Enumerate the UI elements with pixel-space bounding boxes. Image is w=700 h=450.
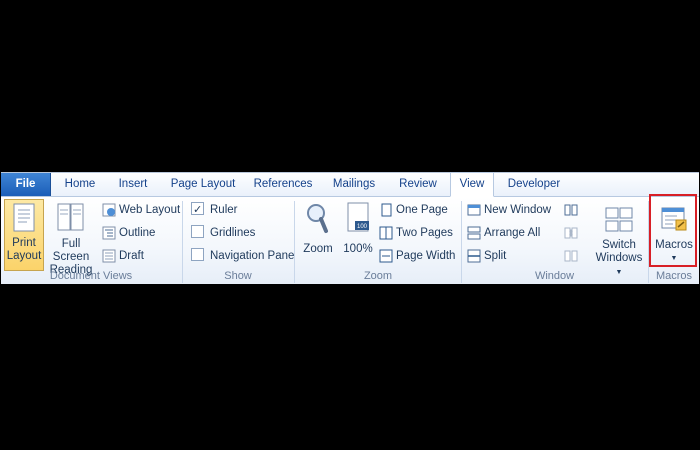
navigation-pane-check-icon[interactable] — [191, 248, 204, 262]
group-zoom: Zoom 100 100% One Page Two Pages Page Wi… — [295, 197, 461, 284]
tab-view[interactable]: View — [450, 172, 494, 197]
split-label: Split — [484, 250, 507, 262]
zoom-100-label: 100% — [343, 243, 373, 255]
tab-home[interactable]: Home — [56, 173, 104, 196]
arrange-all-label: Arrange All — [484, 227, 541, 239]
web-layout-label: Web Layout — [119, 204, 181, 216]
svg-text:100: 100 — [357, 224, 368, 230]
ribbon-panel: Print Layout Full Screen Reading Web Lay… — [1, 197, 699, 284]
new-window-label: New Window — [484, 204, 552, 216]
print-layout-icon — [13, 203, 35, 232]
navigation-pane-label: Navigation Pane — [210, 250, 295, 262]
synchronous-scrolling-button[interactable] — [564, 223, 582, 243]
one-page-label: One Page — [396, 204, 448, 216]
two-pages-icon — [379, 226, 393, 240]
page-100-icon: 100 — [347, 202, 369, 232]
print-layout-label-2: Layout — [6, 250, 42, 262]
print-layout-label-1: Print — [12, 237, 36, 249]
page-width-icon — [379, 249, 393, 263]
web-layout-icon — [102, 203, 116, 217]
gridlines-checkbox[interactable]: Gridlines — [191, 223, 255, 243]
zoom-group-label: Zoom — [363, 270, 393, 282]
draft-icon — [102, 249, 116, 263]
tab-mailings[interactable]: Mailings — [326, 173, 382, 196]
tab-file[interactable]: File — [1, 173, 51, 196]
full-screen-label-1: Full Screen — [52, 238, 90, 263]
two-pages-label: Two Pages — [396, 227, 453, 239]
group-window: New Window Arrange All Split Switch Wind… — [462, 197, 647, 284]
full-screen-reading-button[interactable]: Full Screen Reading — [45, 199, 97, 277]
switch-windows-label-2-text: Windows — [595, 252, 643, 264]
switch-windows-button[interactable]: Switch Windows ▼ — [592, 199, 646, 279]
outline-label: Outline — [119, 227, 156, 239]
ruler-checkbox[interactable]: Ruler — [191, 200, 237, 220]
split-button[interactable]: Split — [467, 246, 506, 266]
print-layout-button[interactable]: Print Layout — [4, 199, 44, 271]
new-window-icon — [467, 204, 481, 216]
arrange-all-icon — [467, 226, 481, 240]
page-width-label: Page Width — [396, 250, 456, 262]
ruler-check-icon[interactable] — [191, 200, 204, 220]
tab-developer[interactable]: Developer — [502, 173, 566, 196]
new-window-button[interactable]: New Window — [467, 200, 551, 220]
zoom-button[interactable]: Zoom — [301, 199, 335, 256]
group-show: Ruler Gridlines Navigation Pane Show — [183, 197, 294, 284]
one-page-icon — [381, 203, 392, 217]
document-views-group-label: Document Views — [49, 270, 133, 282]
macros-highlight-box — [649, 194, 697, 267]
window-group-label: Window — [534, 270, 575, 282]
tab-page-layout[interactable]: Page Layout — [167, 173, 239, 196]
magnifier-icon — [307, 204, 328, 233]
gridlines-check-icon[interactable] — [191, 225, 204, 239]
split-icon — [467, 249, 481, 263]
reset-window-position-button[interactable] — [564, 246, 582, 266]
synchronous-scrolling-icon — [564, 227, 578, 239]
zoom-label: Zoom — [303, 243, 333, 255]
one-page-button[interactable]: One Page — [379, 200, 448, 220]
outline-icon — [102, 226, 116, 240]
navigation-pane-checkbox[interactable]: Navigation Pane — [191, 246, 294, 266]
zoom-100-button[interactable]: 100 100% — [341, 199, 375, 256]
show-group-label: Show — [224, 270, 252, 282]
page-width-button[interactable]: Page Width — [379, 246, 455, 266]
tab-insert[interactable]: Insert — [108, 173, 158, 196]
two-pages-button[interactable]: Two Pages — [379, 223, 453, 243]
tab-review[interactable]: Review — [393, 173, 443, 196]
side-by-side-icon — [564, 204, 578, 216]
web-layout-button[interactable]: Web Layout — [102, 200, 180, 220]
tab-strip: File Home Insert Page Layout References … — [1, 172, 699, 197]
view-side-by-side-button[interactable] — [564, 200, 582, 220]
switch-windows-icon — [605, 207, 633, 232]
full-screen-reading-icon — [57, 203, 84, 231]
reset-window-position-icon — [564, 250, 578, 262]
draft-label: Draft — [119, 250, 144, 262]
ruler-label: Ruler — [210, 204, 238, 216]
macros-group-label: Macros — [655, 270, 693, 282]
outline-button[interactable]: Outline — [102, 223, 155, 243]
group-document-views: Print Layout Full Screen Reading Web Lay… — [1, 197, 181, 284]
draft-button[interactable]: Draft — [102, 246, 144, 266]
gridlines-label: Gridlines — [210, 227, 256, 239]
switch-windows-label-1: Switch — [602, 239, 636, 251]
ribbon: File Home Insert Page Layout References … — [1, 172, 699, 284]
arrange-all-button[interactable]: Arrange All — [467, 223, 540, 243]
tab-references[interactable]: References — [250, 173, 316, 196]
